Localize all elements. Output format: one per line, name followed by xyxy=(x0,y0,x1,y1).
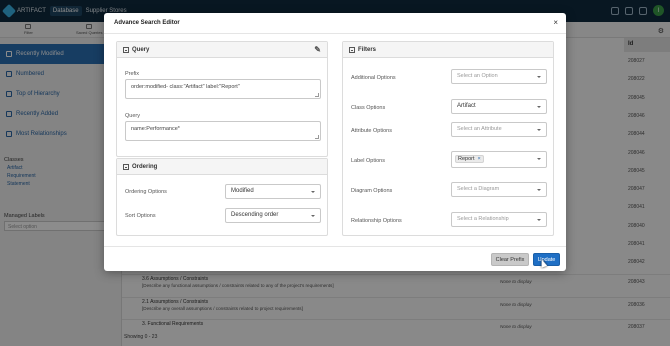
remove-tag-icon[interactable]: × xyxy=(478,156,481,162)
label-tag-text: Report xyxy=(458,156,475,162)
relationship-options-select[interactable]: Select a Relationship xyxy=(451,212,547,227)
resize-handle-icon[interactable] xyxy=(315,93,319,97)
prefix-value: order:modified- class:"Artifact" label:"… xyxy=(131,84,240,90)
prefix-label: Prefix xyxy=(125,71,140,77)
diagram-options-select[interactable]: Select a Diagram xyxy=(451,182,547,197)
divider xyxy=(104,33,566,34)
relationship-placeholder: Select a Relationship xyxy=(457,216,509,222)
additional-placeholder: Select an Option xyxy=(457,73,498,79)
footer-divider xyxy=(104,246,566,247)
edit-pencil-icon[interactable]: ✎ xyxy=(314,45,321,54)
additional-options-label: Additional Options xyxy=(351,75,396,81)
chevron-down-icon xyxy=(537,129,541,131)
collapse-icon[interactable] xyxy=(123,163,129,170)
ordering-panel-header: Ordering xyxy=(117,159,327,175)
sort-value: Descending order xyxy=(231,212,279,218)
chevron-down-icon xyxy=(311,215,315,217)
relationship-options-label: Relationship Options xyxy=(351,218,402,224)
query-label: Query xyxy=(125,113,140,119)
class-value: Artifact xyxy=(457,103,476,109)
chevron-down-icon xyxy=(311,191,315,193)
close-icon[interactable]: × xyxy=(553,18,558,27)
attribute-placeholder: Select an Attribute xyxy=(457,126,502,132)
dialog-title: Advance Search Editor xyxy=(114,20,180,26)
chevron-down-icon xyxy=(537,76,541,78)
filters-panel-header: Filters xyxy=(343,42,553,58)
chevron-down-icon xyxy=(537,106,541,108)
query-panel-header: Query ✎ xyxy=(117,42,327,58)
ordering-value: Modified xyxy=(231,188,254,194)
ordering-panel: Ordering Ordering Options Modified Sort … xyxy=(116,158,328,236)
sort-options-label: Sort Options xyxy=(125,213,156,219)
attribute-options-select[interactable]: Select an Attribute xyxy=(451,122,547,137)
chevron-down-icon xyxy=(537,219,541,221)
diagram-placeholder: Select a Diagram xyxy=(457,186,500,192)
diagram-options-label: Diagram Options xyxy=(351,188,393,194)
collapse-icon[interactable] xyxy=(123,46,129,53)
filters-heading: Filters xyxy=(358,46,377,53)
ordering-heading: Ordering xyxy=(132,163,158,170)
attribute-options-label: Attribute Options xyxy=(351,128,392,134)
class-options-select[interactable]: Artifact xyxy=(451,99,547,114)
filters-panel: Filters Additional Options Select an Opt… xyxy=(342,41,554,236)
additional-options-select[interactable]: Select an Option xyxy=(451,69,547,84)
prefix-textarea[interactable]: order:modified- class:"Artifact" label:"… xyxy=(125,79,321,99)
chevron-down-icon xyxy=(537,158,541,160)
advance-search-editor-dialog: Advance Search Editor × Query ✎ Prefix o… xyxy=(104,13,566,271)
query-panel: Query ✎ Prefix order:modified- class:"Ar… xyxy=(116,41,328,157)
sort-options-select[interactable]: Descending order xyxy=(225,208,321,223)
class-options-label: Class Options xyxy=(351,105,386,111)
label-tag-report: Report × xyxy=(455,155,484,163)
ordering-options-label: Ordering Options xyxy=(125,189,167,195)
collapse-icon[interactable] xyxy=(349,46,355,53)
resize-handle-icon[interactable] xyxy=(315,135,319,139)
label-options-select[interactable]: Report × xyxy=(451,151,547,168)
query-heading: Query xyxy=(132,46,150,53)
ordering-options-select[interactable]: Modified xyxy=(225,184,321,199)
query-value: name:Performance* xyxy=(131,126,180,132)
query-textarea[interactable]: name:Performance* xyxy=(125,121,321,141)
chevron-down-icon xyxy=(537,189,541,191)
clear-prefix-button[interactable]: Clear Prefix xyxy=(491,253,529,266)
label-options-label: Label Options xyxy=(351,158,385,164)
